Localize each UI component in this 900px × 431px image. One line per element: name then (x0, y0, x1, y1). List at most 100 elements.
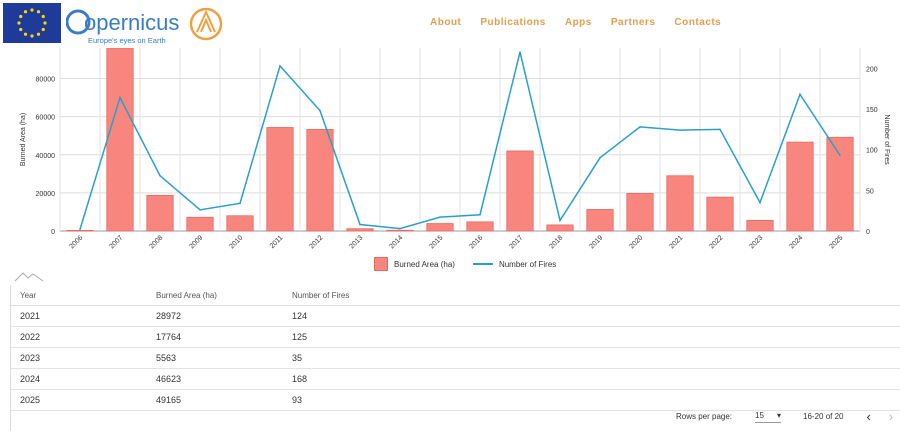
bar-burned-area (586, 209, 614, 232)
cell-burned-area: 49165 (155, 389, 291, 411)
bar-burned-area (786, 141, 814, 232)
data-table: Year Burned Area (ha) Number of Fires 20… (10, 285, 900, 411)
cell-fires: 168 (291, 368, 900, 390)
x-tick-label: 2024 (788, 234, 804, 250)
col-header-year[interactable]: Year (10, 285, 155, 306)
table-row: 2025 49165 93 (10, 389, 900, 411)
cell-fires: 35 (291, 347, 900, 369)
table-row: 2021 28972 124 (10, 305, 900, 327)
bar-burned-area (546, 224, 574, 232)
point-number-of-fires (279, 65, 281, 67)
chevron-left-icon[interactable]: ‹ (867, 409, 871, 424)
logo-tagline: Europe's eyes on Earth (88, 36, 166, 45)
point-number-of-fires (799, 93, 801, 96)
point-number-of-fires (479, 213, 481, 216)
bar-burned-area (666, 175, 694, 232)
cell-year: 2022 (10, 326, 155, 348)
site-header: opernicus Europe's eyes on Earth About P… (0, 0, 900, 48)
y2-tick-label: 50 (866, 188, 874, 195)
point-number-of-fires (399, 227, 401, 230)
bar-burned-area (706, 196, 734, 232)
point-number-of-fires (559, 219, 561, 222)
flag-star (41, 14, 45, 19)
rows-per-page-select[interactable]: 15 ▾ (755, 410, 782, 423)
nav-publications[interactable]: Publications (480, 17, 545, 28)
point-number-of-fires (679, 129, 681, 131)
point-number-of-fires (599, 157, 601, 159)
cell-fires: 93 (291, 389, 900, 411)
x-tick-label: 2006 (68, 234, 84, 250)
cell-year: 2025 (10, 389, 155, 411)
flag-star (23, 10, 28, 14)
bar-burned-area (346, 228, 374, 232)
bar-burned-area (146, 194, 174, 232)
eu-flag-logo (3, 3, 61, 43)
point-number-of-fires (519, 51, 521, 53)
flag-star (17, 21, 21, 25)
main-nav: About Publications Apps Partners Contact… (430, 17, 721, 28)
y2-tick-label: 150 (866, 107, 878, 114)
nav-partners[interactable]: Partners (611, 17, 656, 28)
legend-swatch-burned-area (374, 257, 388, 271)
flag-star (19, 27, 23, 32)
cell-fires: 124 (291, 305, 900, 327)
y2-tick-label: 0 (866, 229, 870, 236)
y-tick-label: 20000 (36, 191, 56, 198)
logo-text: opernicus (84, 10, 179, 35)
y2-tick-label: 200 (866, 66, 878, 73)
y-tick-label: 80000 (36, 77, 56, 84)
x-tick-label: 2007 (108, 234, 124, 250)
bar-burned-area (626, 193, 654, 232)
rows-per-page-value: 15 (755, 410, 764, 420)
x-tick-label: 2022 (708, 234, 724, 250)
point-number-of-fires (719, 128, 721, 131)
col-header-burned-area[interactable]: Burned Area (ha) (155, 285, 291, 306)
x-tick-label: 2019 (588, 234, 604, 250)
flag-star (19, 14, 23, 19)
flag-star (23, 32, 28, 36)
point-number-of-fires (359, 223, 361, 226)
point-number-of-fires (79, 228, 81, 231)
y-tick-label: 40000 (36, 153, 56, 160)
rows-per-page-label: Rows per page: (676, 412, 733, 421)
point-number-of-fires (839, 154, 841, 157)
table-header-row: Year Burned Area (ha) Number of Fires (10, 285, 900, 306)
bar-burned-area (826, 136, 854, 232)
flag-star (41, 27, 45, 32)
chart-legend[interactable]: Burned Area (ha) Number of Fires (374, 257, 556, 271)
x-tick-label: 2023 (748, 234, 764, 250)
y2-tick-label: 100 (866, 148, 878, 155)
point-number-of-fires (759, 201, 761, 204)
point-number-of-fires (119, 96, 121, 99)
nav-about[interactable]: About (430, 17, 461, 28)
point-number-of-fires (639, 126, 641, 128)
bar-burned-area (186, 216, 214, 232)
x-tick-label: 2021 (668, 234, 684, 250)
x-tick-label: 2009 (188, 234, 204, 250)
cell-burned-area: 46623 (155, 368, 291, 390)
y-axis-title: Burned Area (ha) (20, 113, 27, 166)
x-tick-label: 2016 (468, 234, 484, 250)
nav-apps[interactable]: Apps (565, 17, 592, 28)
chevron-right-icon[interactable]: › (889, 409, 893, 424)
x-tick-label: 2017 (508, 234, 524, 250)
table-row: 2024 46623 168 (10, 368, 900, 390)
x-tick-label: 2013 (348, 234, 364, 250)
table-pagination: Rows per page: 15 ▾ 16-20 of 20 ‹ › (676, 409, 893, 424)
x-tick-label: 2008 (148, 234, 164, 250)
flag-star (30, 8, 34, 12)
legend-swatch-fires (472, 263, 493, 265)
bar-burned-area (466, 221, 494, 232)
col-header-fires[interactable]: Number of Fires (291, 285, 900, 306)
bar-burned-area (226, 215, 254, 232)
bar-burned-area (506, 150, 534, 232)
point-number-of-fires (319, 109, 321, 112)
nav-contacts[interactable]: Contacts (674, 17, 721, 28)
table-row: 2023 5563 35 (10, 347, 900, 369)
flag-star (36, 32, 41, 36)
copernicus-logo[interactable]: opernicus Europe's eyes on Earth (66, 2, 226, 46)
x-tick-label: 2011 (269, 234, 285, 250)
cell-burned-area: 28972 (155, 305, 291, 327)
y-tick-label: 0 (51, 229, 55, 236)
caret-down-icon: ▾ (777, 410, 782, 420)
